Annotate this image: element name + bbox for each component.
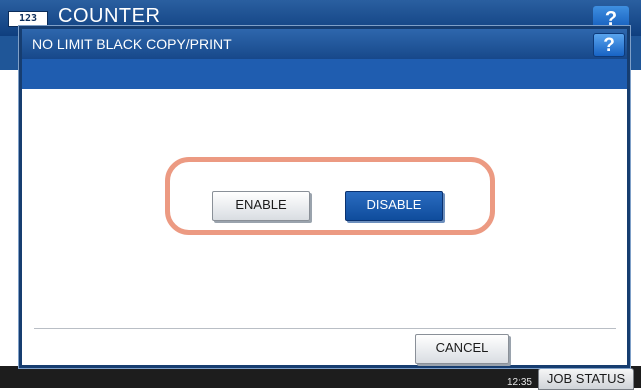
clock-time: 12:35 xyxy=(506,377,532,388)
dialog-titlebar: NO LIMIT BLACK COPY/PRINT ? xyxy=(22,29,627,59)
enable-button[interactable]: ENABLE xyxy=(212,191,310,221)
counter-icon: 123 xyxy=(8,11,48,27)
dialog-subbar xyxy=(22,59,627,89)
clock: 12:35 xyxy=(462,366,532,388)
dialog-divider xyxy=(34,328,616,329)
dialog-title: NO LIMIT BLACK COPY/PRINT xyxy=(32,36,232,52)
job-status-button[interactable]: JOB STATUS xyxy=(538,368,634,390)
disable-button[interactable]: DISABLE xyxy=(345,191,443,221)
dialog-help-button[interactable]: ? xyxy=(593,33,625,57)
no-limit-black-dialog: NO LIMIT BLACK COPY/PRINT ? ENABLE DISAB… xyxy=(19,26,630,368)
cancel-button[interactable]: CANCEL xyxy=(415,334,509,364)
